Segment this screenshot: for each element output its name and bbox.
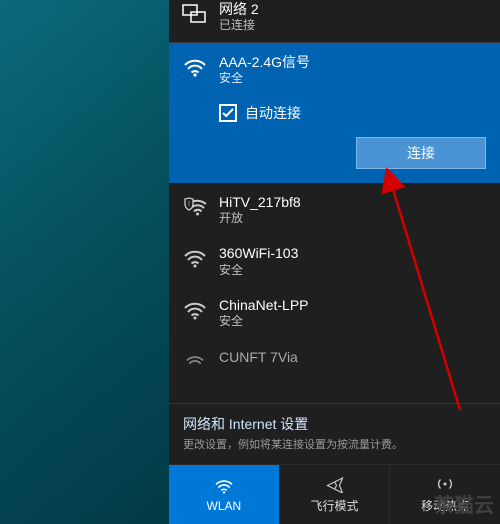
network-name: 网络 2 <box>219 0 259 18</box>
network-name: ChinaNet-LPP <box>219 296 309 314</box>
network-status: 已连接 <box>219 18 259 34</box>
network-status: 安全 <box>219 71 310 87</box>
network-name: HiTV_217bf8 <box>219 193 301 211</box>
wifi-icon <box>181 53 209 81</box>
network-name: AAA-2.4G信号 <box>219 53 310 71</box>
airplane-mode-toggle[interactable]: 飞行模式 <box>280 465 391 524</box>
network-item-selected[interactable]: AAA-2.4G信号 安全 自动连接 连接 <box>169 43 500 183</box>
wifi-icon <box>214 477 234 495</box>
airplane-label: 飞行模式 <box>311 497 359 514</box>
network-status: 安全 <box>219 314 309 330</box>
wifi-secure-icon <box>181 296 209 324</box>
network-status: 开放 <box>219 211 301 227</box>
auto-connect-label: 自动连接 <box>245 103 301 123</box>
wifi-icon <box>181 348 209 376</box>
settings-subtitle: 更改设置，例如将某连接设置为按流量计费。 <box>183 436 486 452</box>
svg-text:!: ! <box>188 201 190 208</box>
wifi-shield-icon: ! <box>181 193 209 221</box>
airplane-icon <box>325 475 345 493</box>
network-item[interactable]: ChinaNet-LPP 安全 <box>169 286 500 338</box>
network-item[interactable]: 360WiFi-103 安全 <box>169 234 500 286</box>
network-name: CUNFT 7Via <box>219 348 298 366</box>
network-item-ethernet[interactable]: 网络 2 已连接 <box>169 0 500 42</box>
auto-connect-checkbox[interactable] <box>219 104 237 122</box>
network-item[interactable]: CUNFT 7Via <box>169 338 500 376</box>
ethernet-icon <box>181 0 209 28</box>
network-item[interactable]: ! HiTV_217bf8 开放 <box>169 183 500 235</box>
connect-button-label: 连接 <box>407 143 435 163</box>
quick-actions-bar: WLAN 飞行模式 移动热点 <box>169 464 500 524</box>
network-name: 360WiFi-103 <box>219 244 298 262</box>
hotspot-label: 移动热点 <box>421 497 469 514</box>
network-list: 网络 2 已连接 AAA-2.4G信号 安全 <box>169 0 500 403</box>
network-settings-link[interactable]: 网络和 Internet 设置 更改设置，例如将某连接设置为按流量计费。 <box>169 403 500 464</box>
hotspot-toggle[interactable]: 移动热点 <box>390 465 500 524</box>
wlan-label: WLAN <box>207 499 242 513</box>
hotspot-icon <box>435 475 455 493</box>
wifi-secure-icon <box>181 244 209 272</box>
settings-title: 网络和 Internet 设置 <box>183 414 486 434</box>
connect-button[interactable]: 连接 <box>356 137 486 169</box>
wlan-toggle[interactable]: WLAN <box>169 465 280 524</box>
network-status: 安全 <box>219 263 298 279</box>
auto-connect-row[interactable]: 自动连接 <box>169 95 500 133</box>
network-flyout-panel: 网络 2 已连接 AAA-2.4G信号 安全 <box>169 0 500 524</box>
